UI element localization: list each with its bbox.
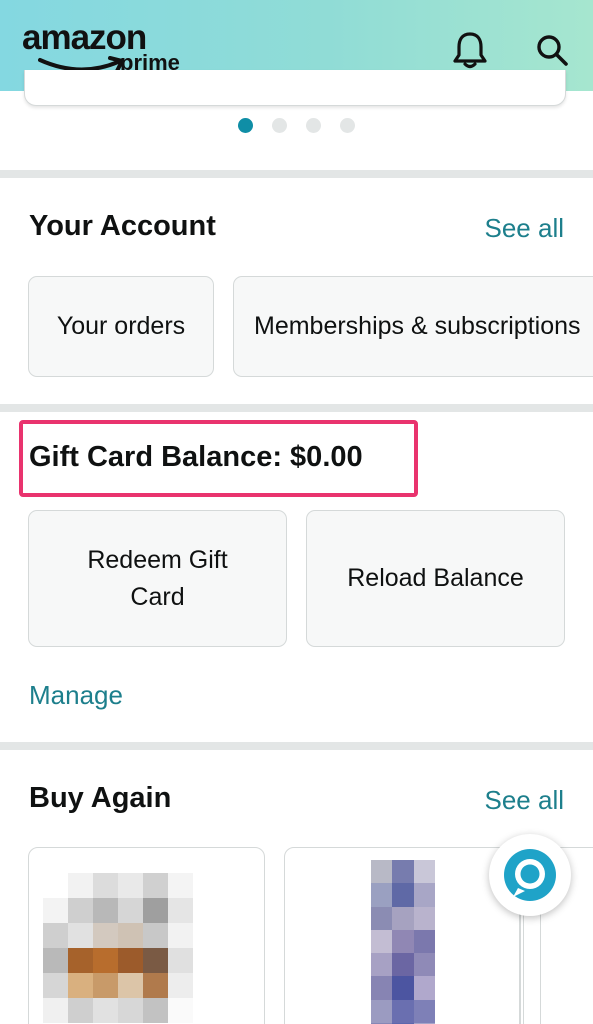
search-button[interactable] <box>532 30 572 70</box>
product-image <box>371 860 435 1024</box>
carousel-dot[interactable] <box>340 118 355 133</box>
alexa-button[interactable] <box>489 834 571 916</box>
section-divider <box>0 742 593 750</box>
carousel-pagination <box>238 118 355 133</box>
gift-card-balance: Gift Card Balance: $0.00 <box>29 441 363 473</box>
section-divider <box>0 404 593 412</box>
product-image <box>43 873 193 1023</box>
alexa-icon <box>504 849 556 901</box>
buy-again-title: Buy Again <box>29 782 172 814</box>
bell-icon <box>453 32 487 69</box>
carousel-dot[interactable] <box>238 118 253 133</box>
your-orders-button[interactable]: Your orders <box>28 276 214 377</box>
account-see-all-link[interactable]: See all <box>485 213 565 244</box>
buy-again-product-card[interactable] <box>284 847 524 1024</box>
redeem-gift-card-button[interactable]: Redeem Gift Card <box>28 510 287 647</box>
section-divider <box>0 170 593 178</box>
manage-gift-card-link[interactable]: Manage <box>29 680 123 711</box>
carousel-dot[interactable] <box>272 118 287 133</box>
notifications-button[interactable] <box>450 30 490 70</box>
memberships-subscriptions-button[interactable]: Memberships & subscriptions <box>233 276 593 377</box>
carousel-dot[interactable] <box>306 118 321 133</box>
reload-balance-button[interactable]: Reload Balance <box>306 510 565 647</box>
buy-again-see-all-link[interactable]: See all <box>485 785 565 816</box>
search-icon <box>537 35 568 66</box>
your-account-title: Your Account <box>29 210 216 242</box>
carousel-card[interactable] <box>24 70 566 106</box>
buy-again-product-card[interactable] <box>28 847 265 1024</box>
